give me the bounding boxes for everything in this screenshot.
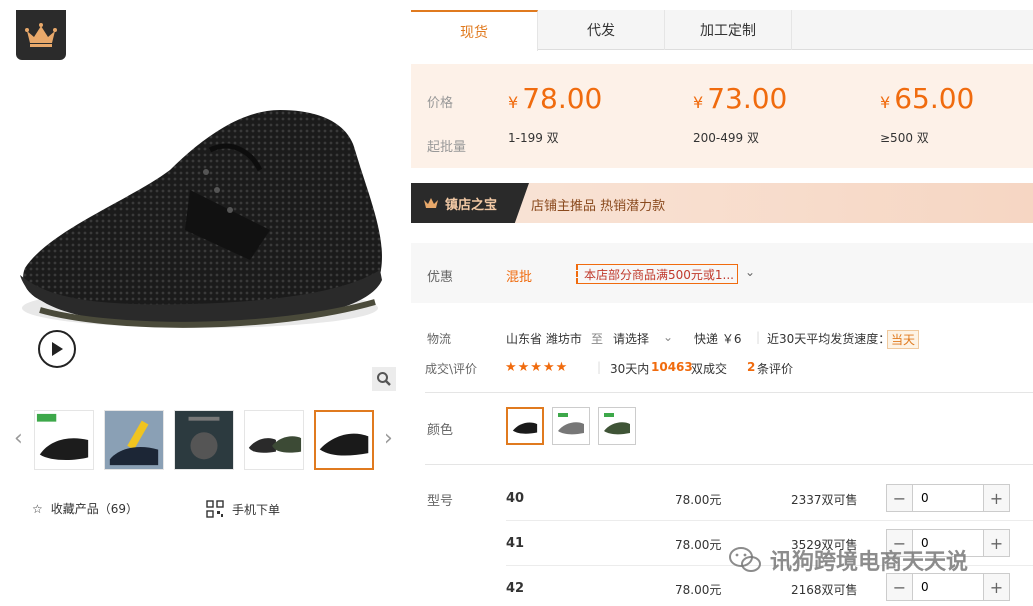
increment-button[interactable]: + [983,530,1009,556]
sku-price: 78.00元 [675,493,722,507]
watermark: 讯狗跨境电商天天说 [728,544,968,576]
store-highlight-bar: 镇店之宝 店铺主推品 热销潜力款 [411,183,1033,223]
separator: | [597,360,602,374]
coupon-ticket[interactable]: 本店部分商品满500元或1... [576,264,738,284]
quantity-stepper: − + [886,573,1010,601]
sku-stock: 2168双可售 [791,583,858,597]
sku-size: 42 [506,581,525,596]
price-box: 价格 起批量 ¥78.00 1-199 双 ¥73.00 200-499 双 ¥… [411,64,1033,168]
store-treasure-badge: 镇店之宝 [411,183,529,223]
sales-suffix: 双成交 [691,362,728,376]
zoom-button[interactable] [372,367,396,391]
ship-speed-badge: 当天 [887,330,920,349]
tab-in-stock[interactable]: 现货 [411,10,538,51]
thumbnail[interactable] [174,410,234,470]
decrement-button[interactable]: − [887,574,913,600]
sku-stock: 2337双可售 [791,493,858,507]
crown-icon [424,198,438,208]
express-fee: 快递 ￥6 [694,332,742,346]
sku-size: 40 [506,491,525,506]
quantity-input[interactable] [913,485,983,511]
thumbnail-selected[interactable] [314,410,374,470]
sales-prefix: 30天内 [610,362,650,376]
decrement-button[interactable]: − [887,485,913,511]
tier-price: 73.00 [707,82,788,115]
thumbnail[interactable] [34,410,94,470]
play-video-button[interactable] [38,330,76,368]
magnify-icon [377,372,391,386]
mixed-batch-tag: 混批 [506,270,533,285]
chevron-left-icon[interactable]: ‹ [14,426,23,451]
chevron-down-icon[interactable]: ⌄ [663,330,673,344]
logistics-row: 物流 山东省 潍坊市 至 请选择 ⌄ 快递 ￥6 | 近30天平均发货速度： 当… [411,330,1033,350]
thumbnail-strip: ‹ › [10,408,402,474]
sales-count: 10463 [651,360,693,374]
chevron-right-icon[interactable]: › [384,426,393,451]
price-label: 价格 [427,96,454,111]
product-gallery: ‹ › ☆ 收藏产品（69） 手机下单 [0,0,410,606]
increment-button[interactable]: + [983,485,1009,511]
gallery-actions: ☆ 收藏产品（69） 手机下单 [32,500,392,524]
thumbnail[interactable] [244,410,304,470]
play-icon [52,342,63,356]
price-tier: ¥73.00 200-499 双 [693,82,788,145]
purchase-mode-tabs: 现货 代发 加工定制 [411,10,1033,51]
color-label: 颜色 [427,423,454,438]
sku-row: 40 78.00元 2337双可售 − + [411,476,1033,521]
review-count[interactable]: 2 [747,360,755,374]
qr-code-icon [206,500,224,518]
crown-icon [16,10,66,60]
tier-qty: 1-199 双 [508,131,559,145]
destination-select[interactable]: 请选择 [613,330,649,347]
tier-qty: ≥500 双 [880,131,929,145]
discount-row: 优惠 混批 本店部分商品满500元或1... ⌄ [411,243,1033,303]
tab-dropship[interactable]: 代发 [538,10,665,50]
logistics-label: 物流 [427,332,452,346]
quantity-stepper: − + [886,484,1010,512]
favorite-button[interactable]: ☆ 收藏产品（69） [32,500,138,517]
color-swatch-green[interactable] [598,407,636,445]
price-tier: ¥65.00 ≥500 双 [880,82,975,145]
divider [425,392,1033,393]
tier-price: 78.00 [522,82,603,115]
product-detail-panel: 现货 代发 加工定制 价格 起批量 ¥78.00 1-199 双 ¥73.00 … [411,0,1033,606]
color-swatch-black[interactable] [506,407,544,445]
star-outline-icon: ☆ [32,501,43,516]
sales-review-row: 成交\评价 ★★★★★ | 30天内 10463 双成交 2 条评价 [411,360,1033,380]
color-swatch-grey[interactable] [552,407,590,445]
sku-price: 78.00元 [675,583,722,597]
sku-size: 41 [506,536,525,551]
promo-text: 店铺主推品 热销潜力款 [531,199,666,214]
quantity-input[interactable] [913,574,983,600]
wechat-icon [729,547,761,572]
thumbnail[interactable] [104,410,164,470]
increment-button[interactable]: + [983,574,1009,600]
tier-price: 65.00 [894,82,975,115]
rating-stars: ★★★★★ [505,360,569,375]
color-selector: 颜色 [411,405,1033,445]
separator: | [756,330,761,344]
divider [425,464,1033,465]
price-tier: ¥78.00 1-199 双 [508,82,603,145]
moq-label: 起批量 [427,140,467,155]
ship-from: 山东省 潍坊市 [506,332,582,346]
chevron-down-icon[interactable]: ⌄ [745,265,755,279]
sku-price: 78.00元 [675,538,722,552]
mobile-order-button[interactable]: 手机下单 [206,500,280,518]
sales-review-label: 成交\评价 [425,362,478,376]
ship-to-word: 至 [591,332,604,346]
discount-label: 优惠 [427,270,454,285]
ship-speed-label: 近30天平均发货速度： [767,332,891,346]
tier-qty: 200-499 双 [693,131,759,145]
review-suffix[interactable]: 条评价 [757,360,793,377]
tab-custom[interactable]: 加工定制 [665,10,792,50]
